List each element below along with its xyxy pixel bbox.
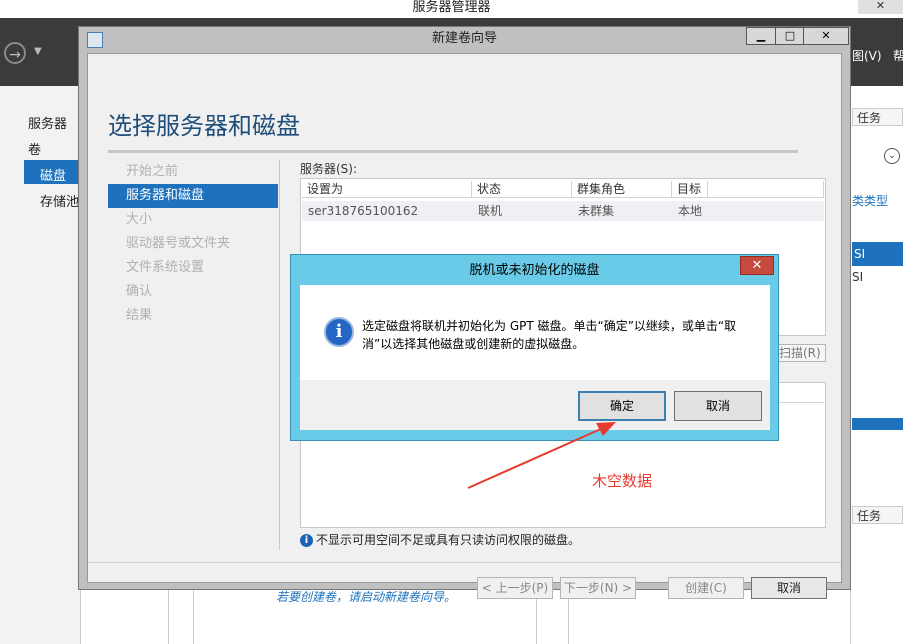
- annotation-arrow: [467, 422, 616, 489]
- annotation-label: 木空数据: [592, 472, 653, 490]
